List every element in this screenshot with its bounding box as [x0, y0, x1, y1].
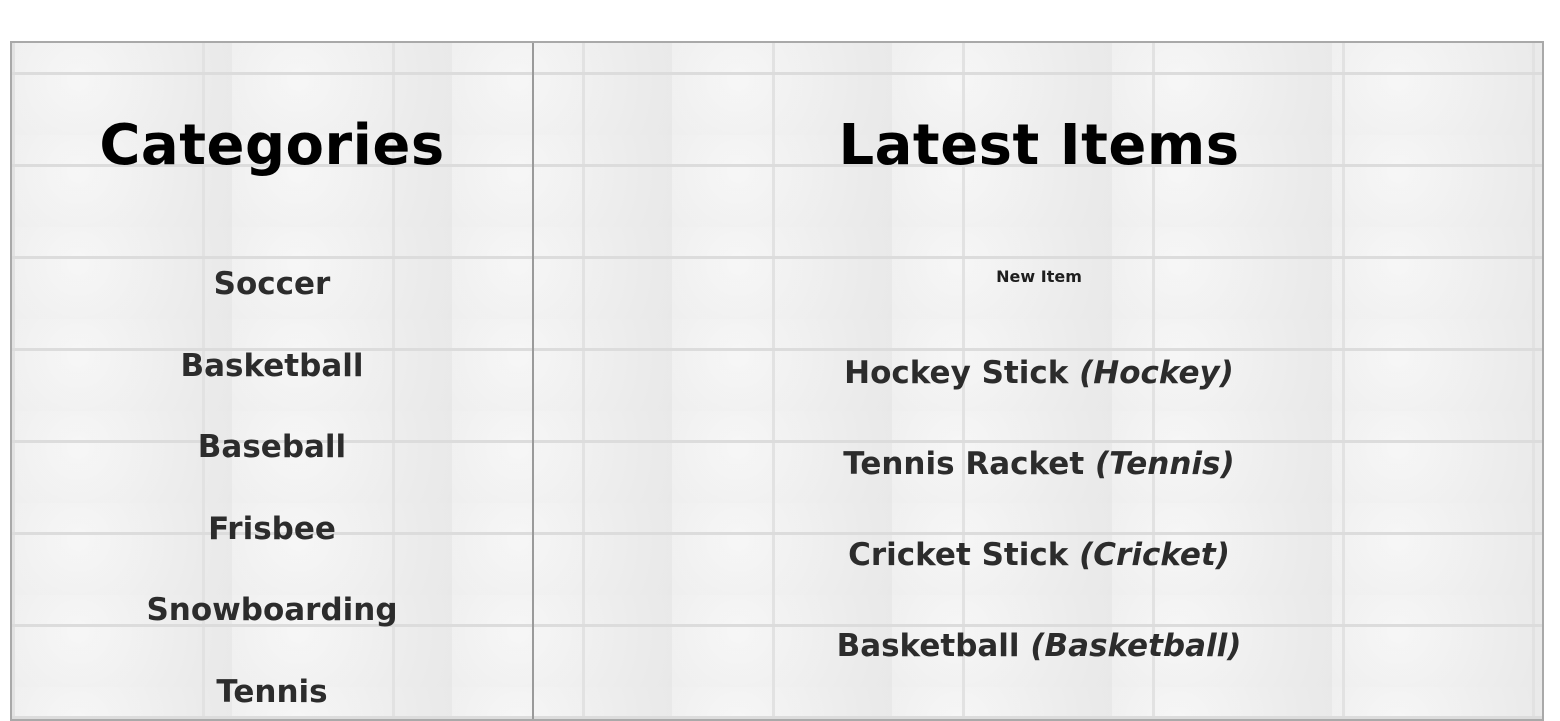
category-link-basketball[interactable]: Basketball	[12, 347, 532, 429]
item-name: Tennis Racket	[843, 446, 1084, 482]
item-category: (Tennis)	[1095, 446, 1235, 482]
category-link-baseball[interactable]: Baseball	[12, 428, 532, 510]
item-category: (Basketball)	[1030, 628, 1241, 664]
new-item-link[interactable]: New Item	[536, 267, 1542, 286]
content-frame: Categories Soccer Basketball Baseball Fr…	[10, 41, 1544, 721]
latest-items-title: Latest Items	[536, 113, 1542, 178]
latest-item-link[interactable]: Basketball (Basketball)	[536, 626, 1542, 717]
item-name: Cricket Stick	[848, 537, 1068, 573]
category-link-frisbee[interactable]: Frisbee	[12, 510, 532, 592]
categories-title: Categories	[12, 113, 532, 178]
latest-item-link[interactable]: Hockey Stick (Hockey)	[536, 353, 1542, 444]
latest-item-link[interactable]: Tennis Racket (Tennis)	[536, 444, 1542, 535]
latest-item-link[interactable]: Cricket Stick (Cricket)	[536, 535, 1542, 626]
latest-items-panel: Latest Items New Item Hockey Stick (Hock…	[536, 43, 1542, 719]
categories-panel: Categories Soccer Basketball Baseball Fr…	[12, 43, 534, 719]
latest-item-list: Hockey Stick (Hockey) Tennis Racket (Ten…	[536, 353, 1542, 717]
category-link-tennis[interactable]: Tennis	[12, 673, 532, 721]
category-link-snowboarding[interactable]: Snowboarding	[12, 591, 532, 673]
item-name: Basketball	[837, 628, 1020, 664]
item-category: (Cricket)	[1079, 537, 1230, 573]
category-link-soccer[interactable]: Soccer	[12, 265, 532, 347]
item-category: (Hockey)	[1079, 355, 1234, 391]
category-list: Soccer Basketball Baseball Frisbee Snowb…	[12, 265, 532, 721]
item-name: Hockey Stick	[844, 355, 1068, 391]
